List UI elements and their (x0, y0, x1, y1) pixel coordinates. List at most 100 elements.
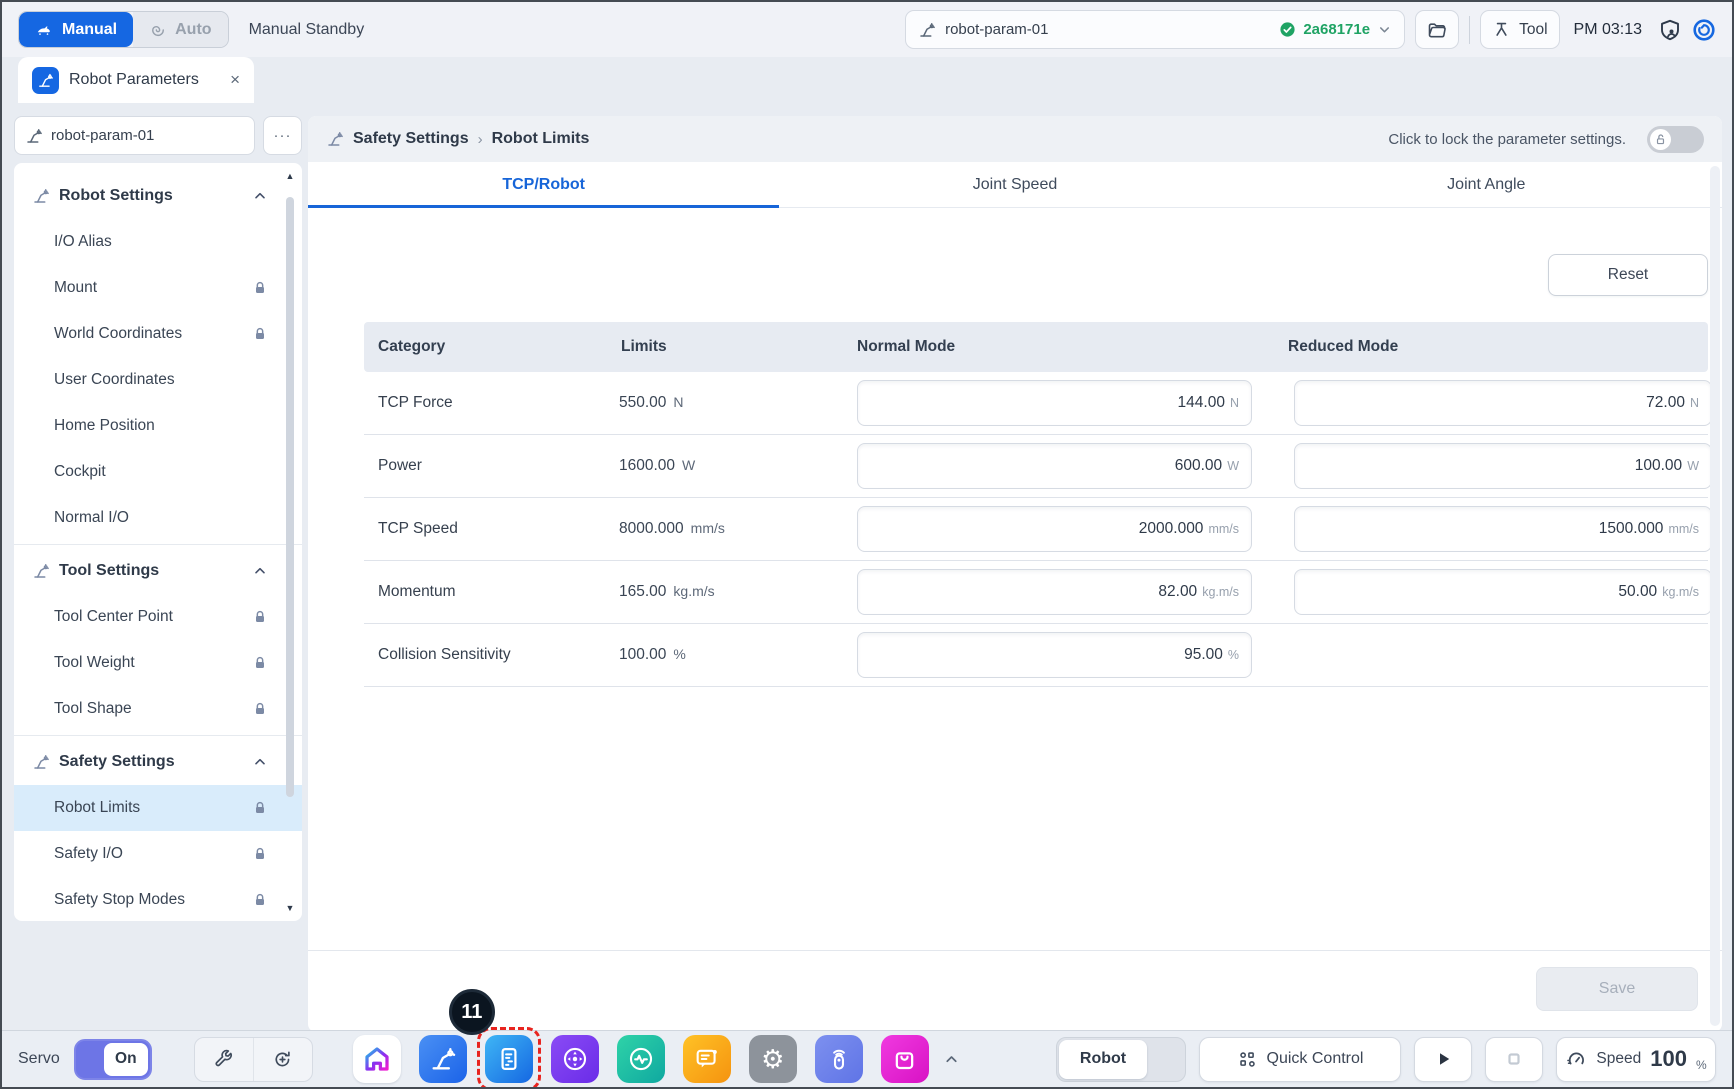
monitoring-app-button[interactable] (617, 1035, 665, 1083)
chevron-down-icon[interactable] (1377, 22, 1392, 37)
tab-joint-speed[interactable]: Joint Speed (779, 162, 1250, 207)
table-row-momentum: Momentum 165.00kg.m/s 82.00kg.m/s 50.00k… (364, 561, 1708, 624)
update-rotate-button[interactable] (254, 1038, 312, 1081)
reset-button[interactable]: Reset (1548, 254, 1708, 296)
remote-app-button[interactable] (815, 1035, 863, 1083)
chevron-up-icon[interactable] (252, 563, 268, 579)
param-name-value: robot-param-01 (51, 127, 154, 144)
sidebar-item-tool-shape[interactable]: Tool Shape (14, 686, 302, 732)
normal-mode-input[interactable]: 2000.000mm/s (857, 506, 1252, 552)
reduced-mode-input[interactable]: 1500.000mm/s (1294, 506, 1712, 552)
tab-title: Robot Parameters (69, 71, 199, 89)
sidebar-item-tool-center-point[interactable]: Tool Center Point (14, 594, 302, 640)
stop-icon (1502, 1047, 1526, 1071)
breadcrumb-section[interactable]: Safety Settings (353, 130, 469, 148)
program-app-button[interactable]: 11 (485, 1035, 533, 1083)
quick-control-grid-icon (1237, 1049, 1258, 1070)
scroll-down-arrow[interactable]: ▼ (286, 901, 295, 915)
robot-params-app-button[interactable] (419, 1035, 467, 1083)
tab-robot-parameters[interactable]: Robot Parameters × (18, 57, 254, 103)
home-app-button[interactable] (353, 1035, 401, 1083)
sidebar-item-io-alias[interactable]: I/O Alias (14, 219, 302, 265)
robot-icon (32, 562, 50, 580)
lock-icon (252, 800, 268, 816)
main-scrollbar[interactable] (1710, 166, 1720, 1026)
play-icon (1431, 1047, 1455, 1071)
sidebar-item-mount[interactable]: Mount (14, 265, 302, 311)
robot-icon (429, 1045, 457, 1073)
rotate-plus-icon (272, 1049, 293, 1070)
sidebar-item-world-coordinates[interactable]: World Coordinates (14, 311, 302, 357)
wrench-icon (213, 1049, 234, 1070)
tool-button[interactable]: Tool (1480, 10, 1559, 49)
auto-mode-button[interactable]: Auto (133, 12, 227, 47)
sidebar-group-safety-settings[interactable]: Safety Settings (14, 739, 302, 785)
parameter-lock-toggle[interactable] (1647, 126, 1704, 153)
auto-spiral-icon (149, 21, 167, 39)
monitoring-pulse-icon (627, 1045, 655, 1073)
scrollbar-thumb[interactable] (286, 197, 294, 797)
tab-joint-angle[interactable]: Joint Angle (1251, 162, 1722, 207)
robot-simulator-toggle[interactable]: Robot (1056, 1037, 1186, 1082)
sidebar-item-safety-stop-modes[interactable]: Safety Stop Modes (14, 877, 302, 921)
col-limits: Limits (619, 338, 857, 356)
servo-toggle[interactable]: On (74, 1039, 152, 1080)
sidebar-item-safety-io[interactable]: Safety I/O (14, 831, 302, 877)
check-circle-icon (1279, 21, 1296, 38)
jog-app-button[interactable] (551, 1035, 599, 1083)
setup-wrench-button[interactable] (195, 1038, 253, 1081)
log-app-button[interactable] (683, 1035, 731, 1083)
reduced-mode-input[interactable]: 100.00W (1294, 443, 1712, 489)
lock-icon (252, 280, 268, 296)
sidebar-item-home-position[interactable]: Home Position (14, 403, 302, 449)
sidebar: robot-param-01 ··· Robot Settings I/O Al… (14, 116, 302, 921)
chevron-up-icon[interactable] (252, 188, 268, 204)
reduced-mode-input[interactable]: 50.00kg.m/s (1294, 569, 1712, 615)
stop-button[interactable] (1485, 1037, 1543, 1082)
robot-status-text: Manual Standby (249, 21, 365, 39)
settings-app-button[interactable]: ⚙ (749, 1035, 797, 1083)
more-options-button[interactable]: ··· (263, 116, 302, 155)
speedometer-icon (1565, 1048, 1587, 1070)
sidebar-scrollbar[interactable]: ▲ ▼ (283, 169, 297, 915)
normal-mode-input[interactable]: 95.00% (857, 632, 1252, 678)
sidebar-group-tool-settings[interactable]: Tool Settings (14, 548, 302, 594)
sidebar-group-robot-settings[interactable]: Robot Settings (14, 173, 302, 219)
breadcrumb-page: Robot Limits (492, 130, 590, 148)
manual-mode-button[interactable]: Manual (19, 12, 133, 47)
sidebar-item-robot-limits[interactable]: Robot Limits (14, 785, 302, 831)
sidebar-item-tool-weight[interactable]: Tool Weight (14, 640, 302, 686)
sidebar-item-normal-io[interactable]: Normal I/O (14, 495, 302, 541)
store-app-button[interactable] (881, 1035, 929, 1083)
shield-user-icon[interactable] (1658, 18, 1682, 42)
power-icon[interactable] (1692, 18, 1716, 42)
robot-icon (918, 21, 936, 39)
param-name-field[interactable]: robot-param-01 (14, 116, 255, 155)
remote-icon (825, 1045, 853, 1073)
normal-mode-input[interactable]: 144.00N (857, 380, 1252, 426)
parameter-file-selector[interactable]: robot-param-01 2a68171e (905, 10, 1405, 49)
servo-label: Servo (18, 1050, 60, 1068)
reduced-mode-input[interactable]: 72.00N (1294, 380, 1712, 426)
sidebar-item-cockpit[interactable]: Cockpit (14, 449, 302, 495)
table-row-collision-sensitivity: Collision Sensitivity 100.00% 95.00% (364, 624, 1708, 687)
normal-mode-input[interactable]: 600.00W (857, 443, 1252, 489)
lock-icon (252, 846, 268, 862)
lock-icon (252, 326, 268, 342)
sidebar-item-user-coordinates[interactable]: User Coordinates (14, 357, 302, 403)
open-file-button[interactable] (1415, 10, 1459, 49)
tab-tcp-robot[interactable]: TCP/Robot (308, 162, 779, 207)
chevron-up-icon[interactable] (252, 754, 268, 770)
normal-mode-input[interactable]: 82.00kg.m/s (857, 569, 1252, 615)
scroll-up-arrow[interactable]: ▲ (286, 169, 295, 183)
save-button[interactable]: Save (1536, 967, 1698, 1011)
tab-close-icon[interactable]: × (230, 70, 240, 90)
dock-collapse-chevron-icon[interactable] (943, 1051, 960, 1068)
tool-icon (1492, 20, 1511, 39)
commit-hash: 2a68171e (1303, 21, 1370, 38)
quick-control-button[interactable]: Quick Control (1199, 1037, 1401, 1082)
settings-nav: Robot Settings I/O Alias Mount World Coo… (14, 163, 302, 921)
speed-button[interactable]: Speed 100 % (1556, 1037, 1716, 1082)
rabbit-icon (35, 20, 54, 39)
play-button[interactable] (1414, 1037, 1472, 1082)
